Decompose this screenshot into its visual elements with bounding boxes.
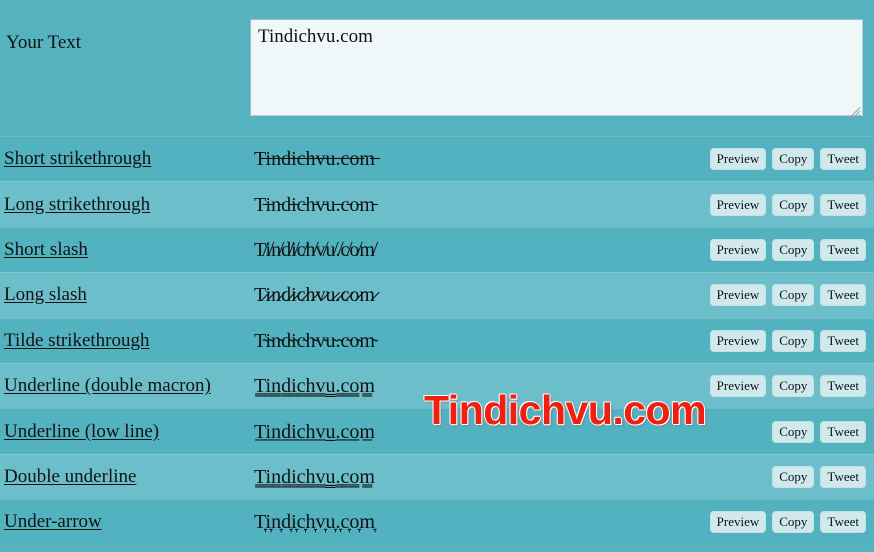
style-row-label: Long slash: [0, 284, 250, 306]
style-link-4[interactable]: Long slash: [4, 284, 87, 305]
style-link-8[interactable]: Double underline: [4, 466, 136, 487]
style-row-label: Double underline: [0, 466, 250, 488]
style-sample-text: T̵i̵n̵d̵i̵c̵h̵v̵u̵.̵c̵o̵m̵: [254, 193, 375, 216]
style-sample-text: T̳i̳n̳d̳i̳c̳h̳v̳u̳.̳c̳o̳m̳: [254, 465, 375, 488]
your-text-input[interactable]: [250, 19, 863, 116]
preview-button[interactable]: Preview: [709, 511, 767, 534]
textarea-wrapper: [250, 0, 863, 121]
row-actions: Preview Copy Tweet: [709, 375, 874, 398]
style-link-6[interactable]: Underline (double macron): [4, 375, 211, 396]
tweet-button[interactable]: Tweet: [820, 420, 866, 443]
style-sample-text: T̲i̲n̲d̲i̲c̲h̲v̲u̲.̲c̲o̲m̲: [254, 420, 375, 443]
tweet-button[interactable]: Tweet: [820, 148, 866, 171]
row-actions: Preview Copy Tweet: [709, 238, 874, 261]
preview-button[interactable]: Preview: [709, 148, 767, 171]
row-actions: Preview Copy Tweet: [709, 284, 874, 307]
tweet-button[interactable]: Tweet: [820, 284, 866, 307]
style-rows-list: Short strikethrough T̶i̶n̶d̶i̶c̶h̶v̶u̶.̶c…: [0, 136, 874, 545]
style-row-label: Short slash: [0, 239, 250, 261]
preview-button[interactable]: Preview: [709, 375, 767, 398]
style-row: Long slash T̷i̷n̷d̷i̷c̷h̷v̷u̷.̷c̷o̷m̷ Prev…: [0, 272, 874, 318]
tweet-button[interactable]: Tweet: [820, 329, 866, 352]
style-sample-text: T̳i̳n̳d̳i̳c̳h̳v̳u̳.̳c̳o̳m̳: [254, 375, 375, 398]
style-link-5[interactable]: Tilde strikethrough: [4, 330, 150, 351]
style-row-label: Underline (low line): [0, 421, 250, 443]
style-row-label: Long strikethrough: [0, 194, 250, 216]
copy-button[interactable]: Copy: [772, 284, 815, 307]
copy-button[interactable]: Copy: [772, 511, 815, 534]
style-row-label: Tilde strikethrough: [0, 330, 250, 352]
tweet-button[interactable]: Tweet: [820, 465, 866, 488]
tweet-button[interactable]: Tweet: [820, 238, 866, 261]
row-actions: Copy Tweet: [772, 420, 874, 443]
copy-button[interactable]: Copy: [772, 193, 815, 216]
style-sample-text: T̸i̸n̸d̸i̸c̸h̸v̸u̸.̸c̸o̸m̸: [254, 238, 375, 261]
tweet-button[interactable]: Tweet: [820, 375, 866, 398]
your-text-label: Your Text: [6, 32, 82, 53]
copy-button[interactable]: Copy: [772, 375, 815, 398]
style-row: Underline (double macron) T̳i̳n̳d̳i̳c̳h̳v…: [0, 362, 874, 409]
style-link-2[interactable]: Long strikethrough: [4, 194, 150, 215]
style-sample-text: T̷i̷n̷d̷i̷c̷h̷v̷u̷.̷c̷o̷m̷: [254, 284, 375, 307]
style-link-9[interactable]: Under-arrow: [4, 511, 102, 532]
style-row: Long strikethrough T̵i̵n̵d̵i̵c̵h̵v̵u̵.̵c̵…: [0, 181, 874, 227]
preview-button[interactable]: Preview: [709, 238, 767, 261]
row-actions: Preview Copy Tweet: [709, 511, 874, 534]
copy-button[interactable]: Copy: [772, 465, 815, 488]
style-sample-text: T̶i̶n̶d̶i̶c̶h̶v̶u̶.̶c̶o̶m̶: [254, 148, 375, 171]
copy-button[interactable]: Copy: [772, 238, 815, 261]
style-row-label: Underline (double macron): [0, 375, 250, 397]
style-link-1[interactable]: Short strikethrough: [4, 148, 151, 169]
tweet-button[interactable]: Tweet: [820, 193, 866, 216]
preview-button[interactable]: Preview: [709, 329, 767, 352]
style-link-3[interactable]: Short slash: [4, 239, 88, 260]
input-row: Your Text: [0, 0, 874, 136]
row-actions: Copy Tweet: [772, 465, 874, 488]
style-row: Under-arrow T̞i̞n̞d̞i̞c̞h̞v̞u̞.̞c̞o̞m̞ Pre…: [0, 499, 874, 545]
row-actions: Preview Copy Tweet: [709, 148, 874, 171]
copy-button[interactable]: Copy: [772, 420, 815, 443]
style-row: Double underline T̳i̳n̳d̳i̳c̳h̳v̳u̳.̳c̳o̳…: [0, 453, 874, 500]
preview-button[interactable]: Preview: [709, 193, 767, 216]
style-sample-text: T̴i̴n̴d̴i̴c̴h̴v̴u̴.̴c̴o̴m̴: [254, 329, 375, 352]
style-row: Short slash T̸i̸n̸d̸i̸c̸h̸v̸u̸.̸c̸o̸m̸ Pre…: [0, 226, 874, 273]
copy-button[interactable]: Copy: [772, 148, 815, 171]
row-actions: Preview Copy Tweet: [709, 329, 874, 352]
style-row-label: Short strikethrough: [0, 148, 250, 170]
style-sample-text: T̞i̞n̞d̞i̞c̞h̞v̞u̞.̞c̞o̞m̞: [254, 511, 375, 534]
style-row: Tilde strikethrough T̴i̴n̴d̴i̴c̴h̴v̴u̴.̴c…: [0, 317, 874, 363]
style-row: Underline (low line) T̲i̲n̲d̲i̲c̲h̲v̲u̲.̲…: [0, 408, 874, 454]
row-actions: Preview Copy Tweet: [709, 193, 874, 216]
style-link-7[interactable]: Underline (low line): [4, 421, 159, 442]
tweet-button[interactable]: Tweet: [820, 511, 866, 534]
copy-button[interactable]: Copy: [772, 329, 815, 352]
preview-button[interactable]: Preview: [709, 284, 767, 307]
page-root: Your Text Short strikethrough T̶i̶n̶d̶i̶c…: [0, 0, 874, 552]
style-row-label: Under-arrow: [0, 511, 250, 533]
style-row: Short strikethrough T̶i̶n̶d̶i̶c̶h̶v̶u̶.̶c…: [0, 136, 874, 182]
